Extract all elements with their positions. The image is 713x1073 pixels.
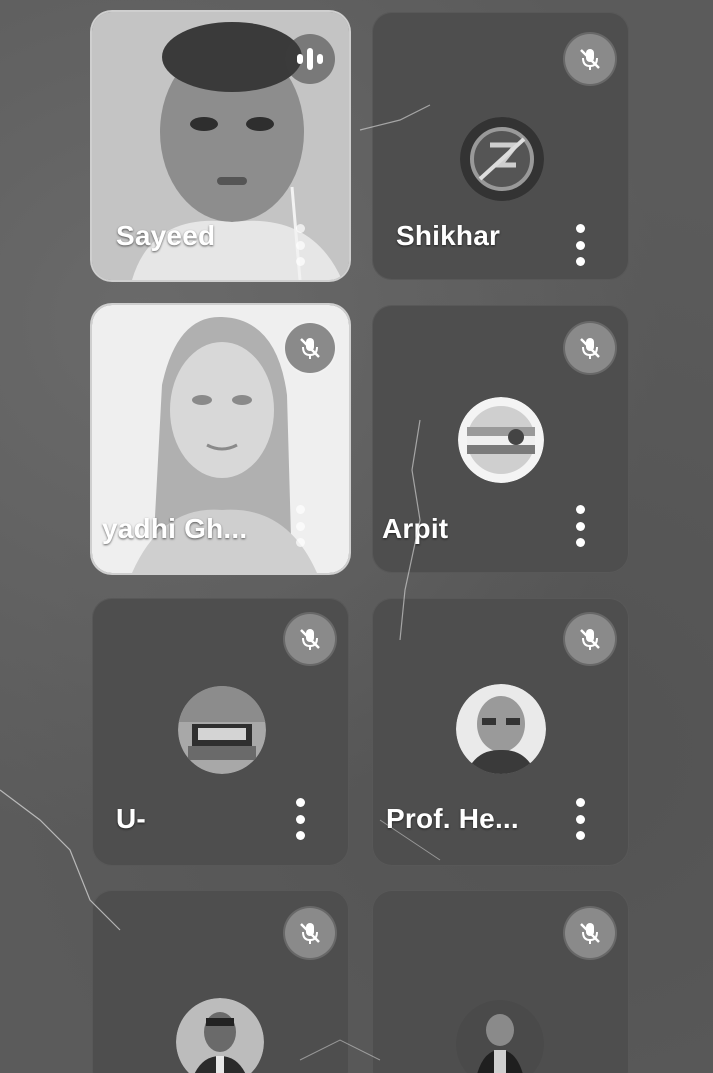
participant-tile-u[interactable]: U- xyxy=(92,598,349,866)
mic-off-icon xyxy=(285,323,335,373)
avatar xyxy=(460,117,544,201)
more-options-icon[interactable] xyxy=(292,505,308,547)
avatar xyxy=(176,998,264,1073)
participant-tile-prof[interactable]: Prof. He... xyxy=(372,598,629,866)
participant-tile-yadhi[interactable]: yadhi Gh... xyxy=(92,305,349,573)
more-options-icon[interactable] xyxy=(572,505,588,547)
more-options-icon[interactable] xyxy=(572,798,588,840)
mic-off-icon xyxy=(565,323,615,373)
mic-off-icon xyxy=(565,908,615,958)
participant-name: Arpit xyxy=(382,513,449,544)
avatar xyxy=(456,684,546,774)
more-options-icon[interactable] xyxy=(292,224,308,266)
avatar xyxy=(456,1000,544,1073)
participant-name: U- xyxy=(116,803,146,834)
meeting-grid: Sayeed Shikhar yadhi Gh... Arpit U- Prof… xyxy=(0,0,713,1073)
avatar xyxy=(458,397,544,483)
audio-wave-icon xyxy=(285,34,335,84)
mic-off-icon xyxy=(285,614,335,664)
more-options-icon[interactable] xyxy=(292,798,308,840)
participant-name: yadhi Gh... xyxy=(102,513,248,544)
mic-off-icon xyxy=(565,34,615,84)
participant-tile-shikhar[interactable]: Shikhar xyxy=(372,12,629,280)
participant-tile-sayeed[interactable]: Sayeed xyxy=(92,12,349,280)
participant-name: Sayeed xyxy=(116,220,216,251)
participant-tile-8[interactable] xyxy=(372,890,629,1073)
participant-tile-arpit[interactable]: Arpit xyxy=(372,305,629,573)
more-options-icon[interactable] xyxy=(572,224,588,266)
participant-name: Shikhar xyxy=(396,220,501,251)
avatar xyxy=(178,686,266,774)
participant-tile-7[interactable] xyxy=(92,890,349,1073)
mic-off-icon xyxy=(285,908,335,958)
mic-off-icon xyxy=(565,614,615,664)
participant-name: Prof. He... xyxy=(386,803,519,834)
